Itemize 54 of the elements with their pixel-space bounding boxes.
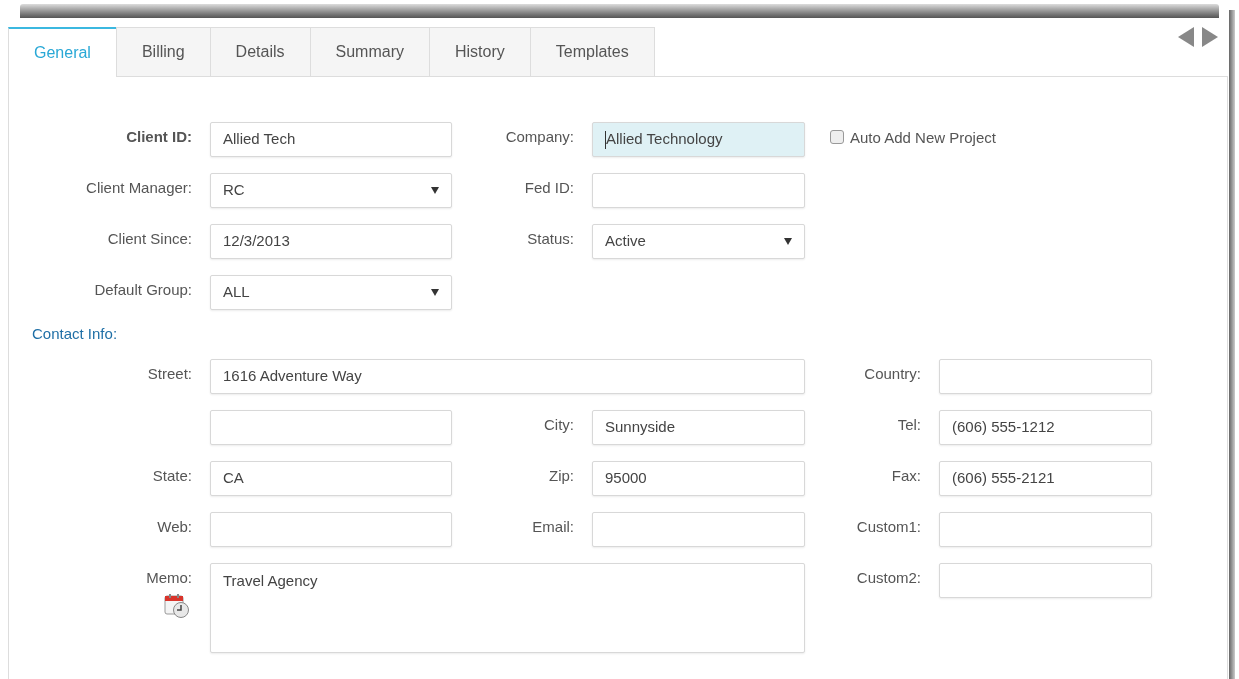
text-cursor — [605, 130, 606, 149]
tab[interactable]: History — [428, 27, 530, 77]
section-heading: Contact Info: — [32, 324, 118, 344]
field-label: Fax: — [891, 465, 921, 486]
field-label: Client Manager: — [86, 178, 192, 198]
dropdown-caret-icon — [431, 289, 439, 296]
text-field[interactable]: Allied Technology — [592, 122, 805, 157]
field-label: Email: — [532, 516, 574, 537]
text-field[interactable]: 12/3/2013 — [210, 224, 452, 259]
field-label: Web: — [157, 516, 192, 537]
scroll-right-button[interactable] — [1202, 27, 1218, 47]
field-label: Client ID: — [126, 127, 192, 147]
field-label: Default Group: — [94, 280, 192, 300]
text-field[interactable] — [939, 511, 1152, 547]
text-field[interactable]: Sunnyside — [592, 409, 805, 445]
calendar-clock-icon[interactable] — [164, 593, 190, 619]
field-label: Street: — [147, 363, 192, 384]
select-field[interactable]: RC — [210, 173, 452, 208]
text-field[interactable] — [210, 409, 452, 445]
text-field[interactable] — [939, 562, 1152, 598]
field-label: Country: — [864, 363, 921, 384]
text-field[interactable]: (606) 555-2121 — [939, 460, 1152, 496]
text-field[interactable] — [592, 511, 805, 547]
text-field[interactable]: 95000 — [592, 460, 805, 496]
field-label: Custom1: — [856, 516, 921, 537]
field-label: Tel: — [897, 414, 921, 435]
field-label: Client Since: — [107, 229, 192, 249]
field-label: City: — [544, 414, 574, 435]
select-field[interactable]: ALL — [210, 275, 452, 310]
field-label: Zip: — [549, 465, 574, 486]
field-label: Company: — [505, 127, 574, 147]
memo-textarea[interactable]: Travel Agency — [210, 562, 805, 653]
text-field[interactable]: CA — [210, 460, 452, 496]
text-field[interactable]: (606) 555-1212 — [939, 409, 1152, 445]
text-field[interactable]: Allied Tech — [210, 122, 452, 157]
checkbox[interactable] — [830, 130, 844, 144]
text-field[interactable] — [592, 173, 805, 208]
text-field[interactable] — [939, 358, 1152, 394]
field-label: Fed ID: — [524, 178, 574, 198]
field-label: Memo: — [146, 567, 192, 588]
tab[interactable]: Details — [209, 27, 310, 77]
checkbox-label: Auto Add New Project — [850, 128, 996, 148]
scroll-left-button[interactable] — [1178, 27, 1194, 47]
text-field[interactable] — [210, 511, 452, 547]
field-label: Custom2: — [856, 567, 921, 588]
field-label: Status: — [527, 229, 574, 249]
text-field[interactable]: 1616 Adventure Way — [210, 358, 805, 394]
tab[interactable]: Billing — [115, 27, 210, 77]
dropdown-caret-icon — [431, 187, 439, 194]
tab[interactable]: Templates — [529, 27, 655, 77]
select-field[interactable]: Active — [592, 224, 805, 259]
dropdown-caret-icon — [784, 238, 792, 245]
tab[interactable]: Summary — [309, 27, 429, 77]
field-label: State: — [152, 465, 192, 486]
